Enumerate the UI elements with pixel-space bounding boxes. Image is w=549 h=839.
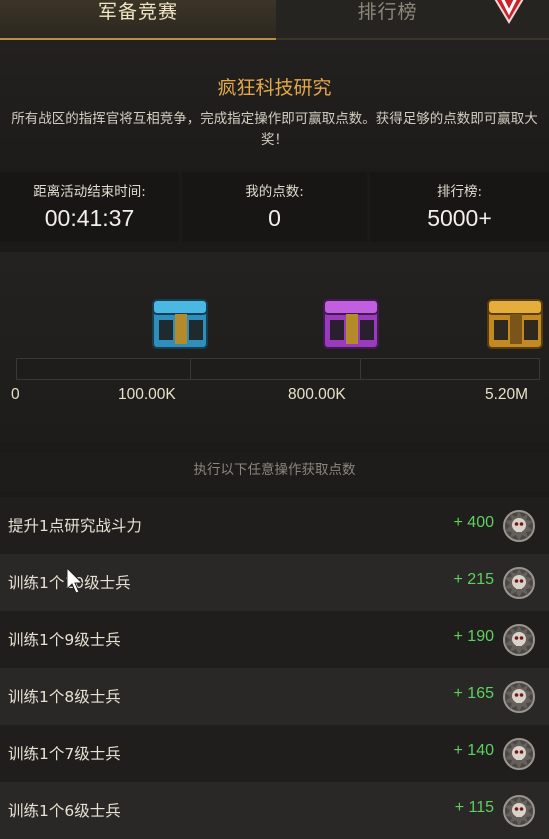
skull-medal-icon <box>503 681 535 713</box>
reward-progress-bar <box>16 358 540 380</box>
blue-chest-icon[interactable] <box>147 292 215 354</box>
tab-arms-race[interactable]: 军备竞赛 <box>0 0 276 40</box>
skull-medal-icon <box>503 567 535 599</box>
reward-progress-panel: 0 100.00K 800.00K 5.20M <box>0 252 549 442</box>
stats-row: 距离活动结束时间: 00:41:37 我的点数: 0 排行榜: 5000+ <box>0 172 549 242</box>
task-row: 训练1个6级士兵 + 115 <box>0 782 549 839</box>
event-description: 所有战区的指挥官将互相竞争，完成指定操作即可赢取点数。获得足够的点数即可赢取大奖… <box>11 111 538 148</box>
tab-bar: 军备竞赛 排行榜 <box>0 0 549 40</box>
event-title: 疯狂科技研究 <box>217 77 332 99</box>
task-points: + 190 <box>453 628 494 645</box>
task-points: + 165 <box>453 685 494 702</box>
task-points: + 400 <box>453 514 494 531</box>
time-remaining-value: 00:41:37 <box>44 205 135 231</box>
rank-value: 5000+ <box>427 205 492 231</box>
task-points: + 115 <box>454 799 494 816</box>
task-row: 提升1点研究战斗力 + 400 <box>0 497 549 554</box>
my-points-label: 我的点数: <box>245 184 304 200</box>
skull-medal-icon <box>503 624 535 656</box>
progress-divider <box>190 359 191 379</box>
tab-arms-race-label: 军备竞赛 <box>97 1 178 23</box>
event-info-panel: 疯狂科技研究 所有战区的指挥官将互相竞争，完成指定操作即可赢取点数。获得足够的点… <box>0 40 549 170</box>
task-name: 提升1点研究战斗力 <box>8 517 142 535</box>
progress-divider <box>360 359 361 379</box>
skull-medal-icon <box>503 738 535 770</box>
gold-chest-icon[interactable] <box>482 292 549 354</box>
milestone-label: 800.00K <box>288 386 346 403</box>
my-points-value: 0 <box>268 205 281 231</box>
milestone-label: 100.00K <box>118 386 176 403</box>
milestone-label: 0 <box>11 386 20 403</box>
task-name: 训练1个6级士兵 <box>8 802 121 820</box>
task-points: + 215 <box>453 571 494 588</box>
task-row: 训练1个8级士兵 + 165 <box>0 668 549 725</box>
skull-medal-icon <box>503 510 535 542</box>
task-name: 训练1个7级士兵 <box>8 745 121 763</box>
task-name: 训练1个9级士兵 <box>8 631 121 649</box>
tasks-header: 执行以下任意操作获取点数 <box>0 452 549 492</box>
task-name: 训练1个8级士兵 <box>8 688 121 706</box>
rank-box[interactable]: 排行榜: 5000+ <box>370 172 549 242</box>
tab-leaderboard-label: 排行榜 <box>357 1 418 23</box>
mouse-cursor-icon <box>66 567 84 594</box>
rank-label: 排行榜: <box>436 184 483 200</box>
task-row: 训练1个7级士兵 + 140 <box>0 725 549 782</box>
red-emblem-icon <box>494 0 524 24</box>
task-row: 训练1个9级士兵 + 190 <box>0 611 549 668</box>
skull-medal-icon <box>503 795 535 827</box>
purple-chest-icon[interactable] <box>318 292 386 354</box>
time-remaining-box: 距离活动结束时间: 00:41:37 <box>0 172 179 242</box>
my-points-box: 我的点数: 0 <box>182 172 367 242</box>
task-points: + 140 <box>453 742 494 759</box>
time-remaining-label: 距离活动结束时间: <box>33 184 146 200</box>
milestone-label: 5.20M <box>485 386 529 403</box>
